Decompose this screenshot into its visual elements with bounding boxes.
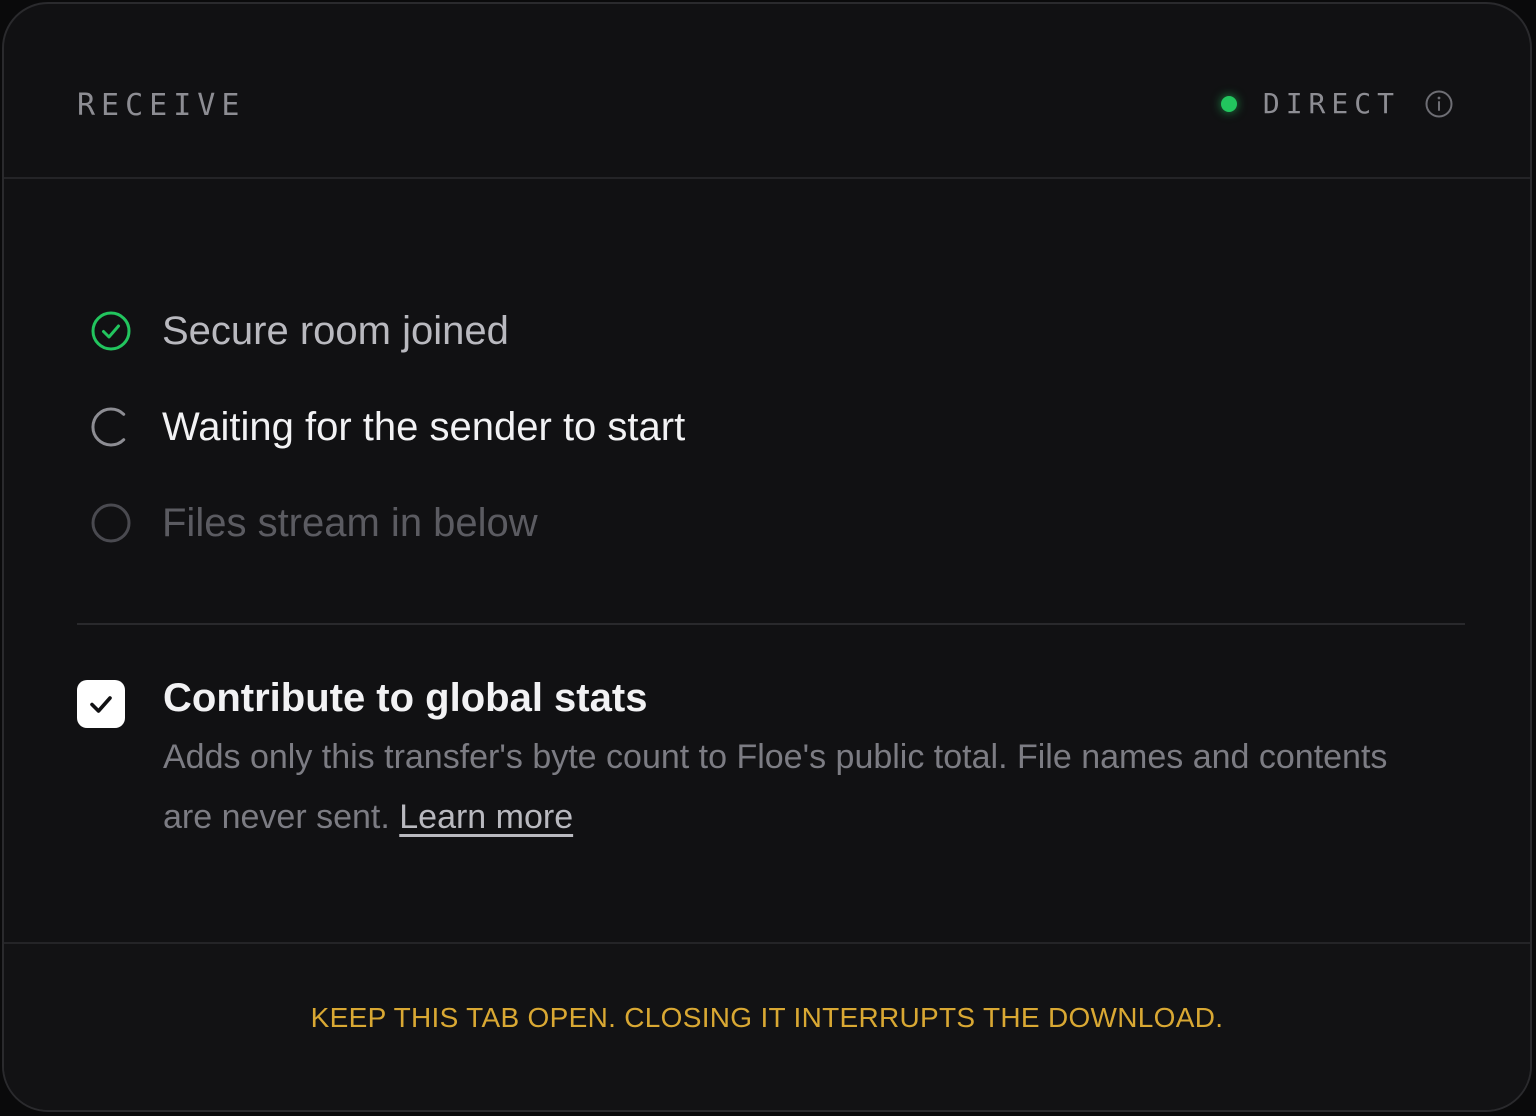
consent-description: Adds only this transfer's byte count to … bbox=[163, 727, 1393, 847]
section-divider bbox=[77, 623, 1465, 625]
step-label: Files stream in below bbox=[162, 501, 538, 545]
step-label: Waiting for the sender to start bbox=[162, 405, 686, 449]
consent-description-text: Adds only this transfer's byte count to … bbox=[163, 738, 1388, 836]
step-files-stream: Files stream in below bbox=[90, 494, 685, 552]
page-title: RECEIVE bbox=[77, 88, 246, 123]
empty-circle-icon bbox=[91, 503, 131, 543]
checkmark-icon bbox=[90, 696, 112, 713]
progress-steps: Secure room joined Waiting for the sende… bbox=[90, 302, 685, 590]
check-circle-icon bbox=[91, 311, 131, 351]
info-icon[interactable] bbox=[1424, 89, 1454, 119]
receive-card: RECEIVE DIRECT Secure room joined Waitin… bbox=[2, 2, 1532, 1112]
stats-checkbox[interactable] bbox=[77, 680, 125, 728]
step-label: Secure room joined bbox=[162, 309, 509, 353]
step-waiting-sender: Waiting for the sender to start bbox=[90, 398, 685, 456]
consent-title: Contribute to global stats bbox=[163, 676, 648, 720]
step-secure-room: Secure room joined bbox=[90, 302, 685, 360]
card-footer: KEEP THIS TAB OPEN. CLOSING IT INTERRUPT… bbox=[4, 942, 1530, 1110]
spinner-icon bbox=[91, 407, 126, 447]
status-dot-icon bbox=[1220, 96, 1237, 112]
connection-status: DIRECT bbox=[1220, 86, 1454, 122]
keep-tab-open-warning: KEEP THIS TAB OPEN. CLOSING IT INTERRUPT… bbox=[310, 1002, 1224, 1033]
card-header: RECEIVE DIRECT bbox=[4, 4, 1530, 179]
status-label: DIRECT bbox=[1262, 87, 1400, 120]
learn-more-link[interactable]: Learn more bbox=[399, 798, 573, 836]
